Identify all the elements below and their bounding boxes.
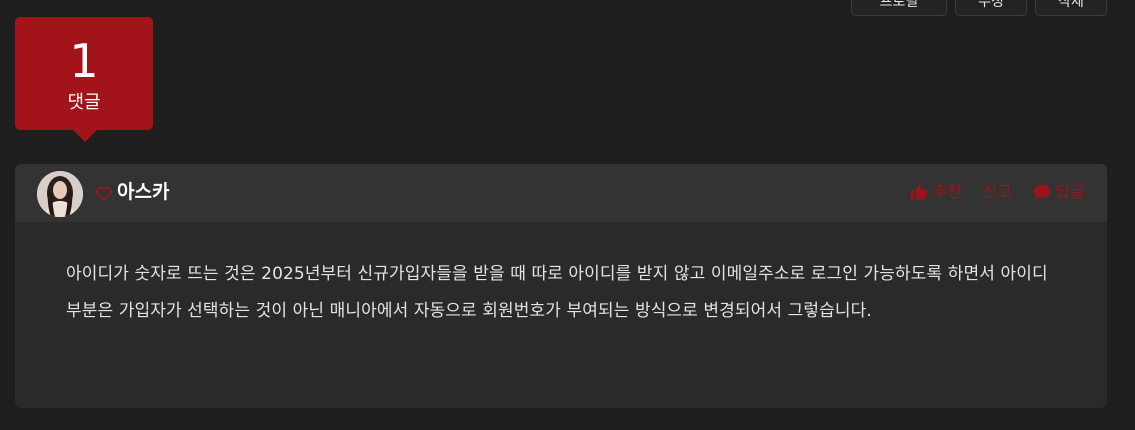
thumbs-up-icon: [910, 184, 927, 200]
reply-label: 답글: [1055, 182, 1085, 201]
post-actions: 프로필 수정 삭제: [851, 0, 1107, 16]
comment-count-label: 댓글: [67, 92, 101, 113]
author-name[interactable]: 아스카: [117, 179, 169, 205]
speech-bubble-icon: [1033, 184, 1050, 200]
avatar[interactable]: [37, 171, 83, 217]
edit-button[interactable]: 수정: [955, 0, 1027, 16]
recommend-button[interactable]: 추천: [909, 180, 962, 204]
comment-count-badge: 1 댓글: [15, 17, 153, 142]
reply-button[interactable]: 답글: [1032, 180, 1085, 204]
recommend-label: 추천: [932, 182, 963, 201]
comment-text: 아이디가 숫자로 뜨는 것은 2025년부터 신규가입자들을 받을 때 따로 아…: [66, 264, 1048, 321]
delete-button[interactable]: 삭제: [1035, 0, 1107, 16]
comment-header: 아스카 추천 신고 답글: [15, 164, 1107, 222]
heart-icon: [96, 186, 112, 201]
comment-count: 1: [69, 34, 99, 88]
comment-card: 아스카 추천 신고 답글 아이디가 숫자로 뜨는 것은 2025년부터 신규가입…: [15, 164, 1107, 408]
report-button[interactable]: 신고: [982, 180, 1011, 204]
profile-button[interactable]: 프로필: [851, 0, 947, 16]
avatar-image: [37, 171, 83, 217]
report-label: 신고: [982, 182, 1012, 201]
comment-actions: 추천 신고 답글: [909, 180, 1085, 204]
